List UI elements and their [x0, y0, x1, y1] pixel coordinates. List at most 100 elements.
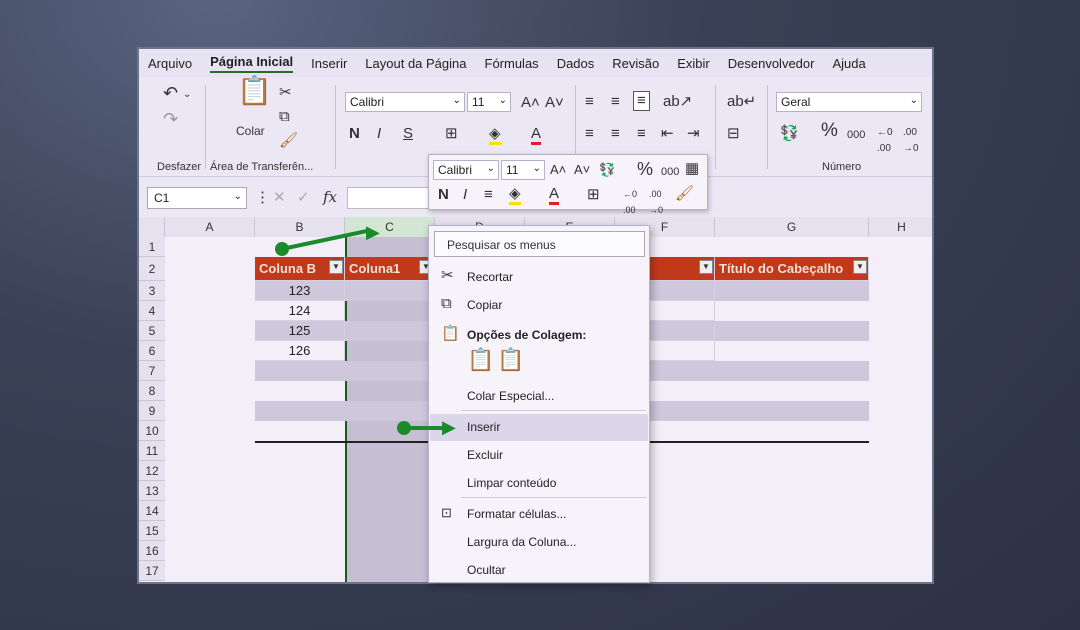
cancel-icon[interactable]: ✕: [273, 190, 286, 206]
align-left-icon[interactable]: ≡: [585, 126, 594, 142]
font-color-icon[interactable]: A: [531, 126, 542, 145]
italic-button[interactable]: I: [463, 187, 467, 203]
table-header-cell[interactable]: Coluna B ▼: [255, 257, 345, 281]
paste-icon[interactable]: 📋: [467, 349, 494, 371]
cut-icon[interactable]: ✂: [279, 85, 292, 101]
table-cell[interactable]: 126: [255, 341, 345, 361]
underline-button[interactable]: S: [403, 126, 413, 142]
row-header[interactable]: 10: [139, 421, 165, 441]
tab-arquivo[interactable]: Arquivo: [148, 56, 192, 71]
menu-item-paste-special[interactable]: Colar Especial...: [467, 389, 554, 403]
percent-button[interactable]: %: [821, 121, 838, 140]
decrease-decimal-icon[interactable]: .00 →0: [903, 125, 919, 157]
align-bottom-icon[interactable]: ≡: [633, 91, 650, 111]
thousands-button[interactable]: 000: [847, 127, 865, 143]
undo-icon[interactable]: ↶: [163, 84, 178, 102]
row-header[interactable]: 7: [139, 361, 165, 381]
font-color-icon[interactable]: A: [549, 186, 560, 205]
tab-inserir[interactable]: Inserir: [311, 56, 347, 71]
currency-icon[interactable]: 💱: [599, 162, 615, 178]
search-menus-input[interactable]: Pesquisar os menus: [434, 231, 645, 257]
decrease-indent-icon[interactable]: ⇤: [661, 126, 674, 142]
wrap-text-icon[interactable]: ab↵: [727, 94, 756, 110]
row-header[interactable]: 6: [139, 341, 165, 361]
bold-button[interactable]: N: [438, 187, 449, 203]
align-middle-icon[interactable]: ≡: [611, 94, 620, 110]
formula-input[interactable]: [347, 187, 437, 209]
col-header-g[interactable]: G: [715, 217, 869, 237]
thousands-button[interactable]: 000: [661, 164, 679, 180]
borders-icon[interactable]: ⊞: [445, 126, 458, 142]
menu-item-cut[interactable]: Recortar: [467, 270, 513, 284]
tab-formulas[interactable]: Fórmulas: [485, 56, 539, 71]
row-header[interactable]: 11: [139, 441, 165, 461]
currency-icon[interactable]: 💱: [780, 126, 799, 142]
mini-size-select[interactable]: 11 ⌄: [501, 160, 545, 180]
align-center-icon[interactable]: ≡: [611, 126, 620, 142]
filter-dropdown-icon[interactable]: ▼: [853, 260, 867, 274]
tab-pagina-inicial[interactable]: Página Inicial: [210, 54, 294, 73]
tab-exibir[interactable]: Exibir: [677, 56, 710, 71]
filter-dropdown-icon[interactable]: ▼: [699, 260, 713, 274]
select-all[interactable]: [139, 217, 165, 237]
more-options-icon[interactable]: ⋮: [255, 190, 270, 206]
row-header[interactable]: 15: [139, 521, 165, 541]
grow-font-icon[interactable]: A˄: [550, 162, 566, 178]
col-header-h[interactable]: H: [869, 217, 932, 237]
chevron-down-icon[interactable]: ⌄: [183, 87, 191, 103]
shrink-font-icon[interactable]: A˅: [545, 95, 564, 111]
col-header-a[interactable]: A: [165, 217, 255, 237]
format-painter-icon[interactable]: 🖌: [279, 133, 298, 149]
increase-decimal-icon[interactable]: ←0.00: [877, 125, 893, 157]
borders-icon[interactable]: ⊞: [587, 187, 600, 203]
fill-color-icon[interactable]: ◈: [509, 186, 521, 205]
orientation-icon[interactable]: ab↗: [663, 94, 692, 110]
menu-item-delete[interactable]: Excluir: [467, 448, 503, 462]
row-header[interactable]: 1: [139, 237, 165, 257]
align-top-icon[interactable]: ≡: [585, 94, 594, 110]
menu-item-format-cells[interactable]: Formatar células...: [467, 507, 566, 521]
increase-indent-icon[interactable]: ⇥: [687, 126, 700, 142]
tab-layout[interactable]: Layout da Página: [365, 56, 466, 71]
percent-button[interactable]: %: [637, 160, 653, 178]
menu-item-insert[interactable]: Inserir: [467, 420, 500, 434]
mini-font-select[interactable]: Calibri ⌄: [433, 160, 499, 180]
italic-button[interactable]: I: [377, 126, 381, 142]
tab-desenvolvedor[interactable]: Desenvolvedor: [728, 56, 815, 71]
paste-label[interactable]: Colar: [236, 123, 265, 139]
menu-item-copy[interactable]: Copiar: [467, 298, 502, 312]
menu-item-hide[interactable]: Ocultar: [467, 563, 506, 577]
row-header[interactable]: 12: [139, 461, 165, 481]
font-select[interactable]: Calibri ⌄: [345, 92, 465, 112]
filter-dropdown-icon[interactable]: ▼: [329, 260, 343, 274]
row-header[interactable]: 8: [139, 381, 165, 401]
tab-ajuda[interactable]: Ajuda: [832, 56, 865, 71]
tab-dados[interactable]: Dados: [557, 56, 595, 71]
table-header-cell[interactable]: Título do Cabeçalho ▼: [715, 257, 869, 281]
shrink-font-icon[interactable]: A˅: [574, 162, 590, 178]
row-header[interactable]: 14: [139, 501, 165, 521]
merge-cells-icon[interactable]: ⊟: [727, 126, 740, 142]
copy-icon[interactable]: ⧉: [279, 109, 290, 125]
increase-decimal-icon[interactable]: ←0.00: [623, 186, 637, 218]
row-header[interactable]: 17: [139, 561, 165, 581]
enter-icon[interactable]: ✓: [297, 190, 310, 206]
row-header[interactable]: 5: [139, 321, 165, 341]
paste-values-icon[interactable]: 📋: [497, 349, 524, 371]
format-table-icon[interactable]: ▦: [685, 161, 699, 177]
name-box[interactable]: C1 ⌄: [147, 187, 247, 209]
table-header-cell[interactable]: Coluna1 ▼: [345, 257, 435, 281]
row-header[interactable]: 2: [139, 257, 165, 281]
menu-item-column-width[interactable]: Largura da Coluna...: [467, 535, 576, 549]
format-painter-icon[interactable]: 🖌: [675, 186, 694, 202]
redo-icon[interactable]: ↷: [163, 110, 178, 128]
row-header[interactable]: 13: [139, 481, 165, 501]
paste-icon[interactable]: 📋: [237, 77, 272, 105]
table-cell[interactable]: 123: [255, 281, 345, 301]
bold-button[interactable]: N: [349, 126, 360, 142]
number-format-select[interactable]: Geral ⌄: [776, 92, 922, 112]
font-size-select[interactable]: 11 ⌄: [467, 92, 511, 112]
tab-revisao[interactable]: Revisão: [612, 56, 659, 71]
col-header-b[interactable]: B: [255, 217, 345, 237]
fill-color-icon[interactable]: ◈: [489, 126, 501, 145]
